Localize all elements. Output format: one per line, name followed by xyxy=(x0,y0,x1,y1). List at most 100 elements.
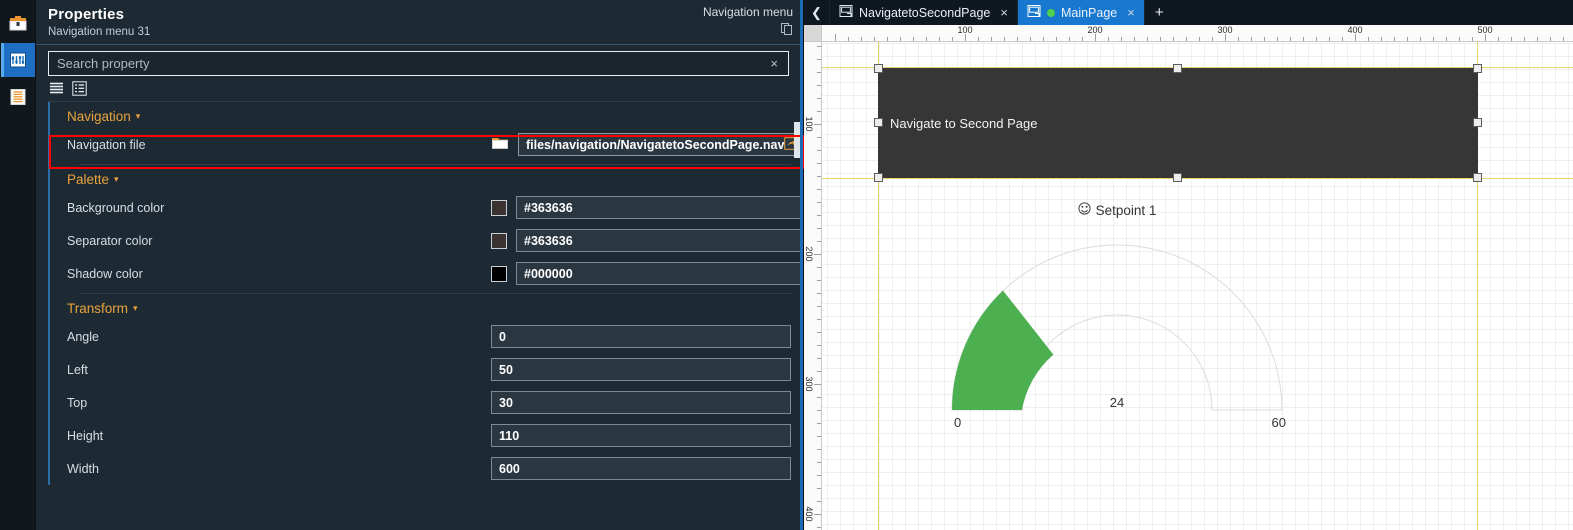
add-tab-button[interactable]: + xyxy=(1145,0,1174,25)
navigation-menu-item-label[interactable]: Navigate to Second Page xyxy=(878,116,1037,131)
group-title-navigation-label: Navigation xyxy=(67,109,131,124)
ruler-tick xyxy=(817,345,821,346)
properties-icon[interactable] xyxy=(0,43,35,77)
color-swatch-separator[interactable] xyxy=(491,232,507,249)
toolbox-icon[interactable] xyxy=(1,6,35,40)
ruler-tick xyxy=(1342,37,1343,41)
ruler-tick xyxy=(978,37,979,41)
close-icon[interactable]: × xyxy=(1127,5,1135,20)
ruler-tick xyxy=(1004,37,1005,41)
resize-handle-ne[interactable] xyxy=(1473,64,1482,73)
properties-scroll-area[interactable]: Navigation ▾ Navigation file files/naviga… xyxy=(36,102,803,518)
chevron-down-icon[interactable]: ▾ xyxy=(133,303,138,314)
ruler-label: 100 xyxy=(804,116,814,132)
separator-color-value: #363636 xyxy=(524,233,573,248)
chevron-down-icon[interactable]: ▾ xyxy=(136,111,141,122)
ruler-tick xyxy=(1550,37,1551,41)
ruler-tick xyxy=(817,241,821,242)
ruler-tick xyxy=(1446,37,1447,41)
ruler-tick xyxy=(1303,37,1304,41)
ruler-tick xyxy=(817,397,821,398)
ruler-tick xyxy=(814,384,821,385)
ruler-tick xyxy=(1056,37,1057,41)
resize-handle-e[interactable] xyxy=(1473,118,1482,127)
top-input[interactable]: 30 xyxy=(491,391,791,414)
design-canvas[interactable]: Navigate to Second Page Setpoint 1 0 60 … xyxy=(822,42,1573,530)
group-title-navigation[interactable]: Navigation ▾ xyxy=(48,102,803,128)
properties-glyph xyxy=(9,52,26,68)
resize-handle-w[interactable] xyxy=(874,118,883,127)
ruler-tick xyxy=(817,306,821,307)
property-label-left: Left xyxy=(67,362,88,377)
properties-header: Properties Navigation menu 31 Navigation… xyxy=(36,0,803,42)
ruler-tick xyxy=(817,332,821,333)
panel-right-edge xyxy=(800,0,803,530)
list-icon[interactable] xyxy=(1,80,35,114)
tab-label: MainPage xyxy=(1060,5,1118,20)
navigation-menu-widget[interactable]: Navigate to Second Page xyxy=(878,68,1478,178)
toolbox-glyph xyxy=(9,16,26,31)
list-view-toggle[interactable] xyxy=(48,80,64,96)
ruler-tick xyxy=(1173,37,1174,41)
angle-input[interactable]: 0 xyxy=(491,325,791,348)
height-input[interactable]: 110 xyxy=(491,424,791,447)
copy-icon[interactable] xyxy=(780,22,793,40)
shadow-color-input[interactable]: #000000 xyxy=(516,262,803,285)
clear-search-icon[interactable]: × xyxy=(768,56,780,71)
ruler-tick xyxy=(817,475,821,476)
tab-mainpage[interactable]: MainPage × xyxy=(1017,0,1145,25)
ruler-tick xyxy=(1511,37,1512,41)
separator-color-input[interactable]: #363636 xyxy=(516,229,803,252)
grouped-view-toggle[interactable] xyxy=(71,80,87,96)
background-color-input[interactable]: #363636 xyxy=(516,196,803,219)
ruler-tick xyxy=(991,37,992,41)
property-label-width: Width xyxy=(67,461,99,476)
ruler-tick xyxy=(835,34,836,41)
navigation-file-input[interactable]: files/navigation/NavigatetoSecondPage.na… xyxy=(518,133,803,156)
ruler-tick xyxy=(817,488,821,489)
angle-value: 0 xyxy=(499,329,506,344)
ruler-tick xyxy=(817,72,821,73)
chevron-left-icon[interactable]: ❮ xyxy=(804,0,830,25)
resize-handle-nw[interactable] xyxy=(874,64,883,73)
ruler-tick xyxy=(1498,37,1499,41)
property-label-height: Height xyxy=(67,428,104,443)
group-title-palette[interactable]: Palette ▾ xyxy=(48,165,803,191)
property-group-navigation: Navigation ▾ Navigation file files/naviga… xyxy=(36,102,803,165)
resize-handle-sw[interactable] xyxy=(874,173,883,182)
close-icon[interactable]: × xyxy=(1000,5,1008,20)
ruler-tick xyxy=(817,46,821,47)
search-input[interactable]: Search property × xyxy=(48,51,789,76)
ruler-label: 400 xyxy=(804,506,814,522)
header-right: Navigation menu xyxy=(703,5,793,40)
resize-handle-se[interactable] xyxy=(1473,173,1482,182)
color-swatch-shadow[interactable] xyxy=(491,265,507,282)
ruler-tick xyxy=(817,319,821,320)
ruler-tick xyxy=(817,280,821,281)
ruler-tick xyxy=(1524,37,1525,41)
tab-navigatetosecondpage[interactable]: NavigatetoSecondPage × xyxy=(830,0,1018,25)
ruler-tick xyxy=(817,293,821,294)
property-row-width: Width 600 xyxy=(48,452,803,485)
ruler-tick xyxy=(1095,34,1096,41)
horizontal-ruler[interactable]: 100200300400500600700800 xyxy=(822,25,1573,42)
vertical-ruler[interactable]: 100200300400500 xyxy=(804,42,822,530)
group-title-transform[interactable]: Transform ▾ xyxy=(48,294,803,320)
ruler-tick xyxy=(861,37,862,41)
color-swatch-background[interactable] xyxy=(491,199,507,216)
gauge-min-label: 0 xyxy=(954,415,962,430)
gauge-widget[interactable]: Setpoint 1 0%#f6f6f6 100%#e2e2e2 0 xyxy=(922,202,1312,432)
view-toggle-group xyxy=(36,76,803,96)
resize-handle-n[interactable] xyxy=(1173,64,1182,73)
ruler-tick xyxy=(817,176,821,177)
ruler-tick xyxy=(1121,37,1122,41)
chevron-down-icon[interactable]: ▾ xyxy=(114,174,119,185)
folder-icon[interactable] xyxy=(491,135,509,155)
ruler-tick xyxy=(817,527,821,528)
resize-handle-s[interactable] xyxy=(1173,173,1182,182)
left-input[interactable]: 50 xyxy=(491,358,791,381)
width-input[interactable]: 600 xyxy=(491,457,791,480)
ruler-tick xyxy=(1563,37,1564,41)
ruler-tick xyxy=(817,436,821,437)
ruler-tick xyxy=(817,228,821,229)
